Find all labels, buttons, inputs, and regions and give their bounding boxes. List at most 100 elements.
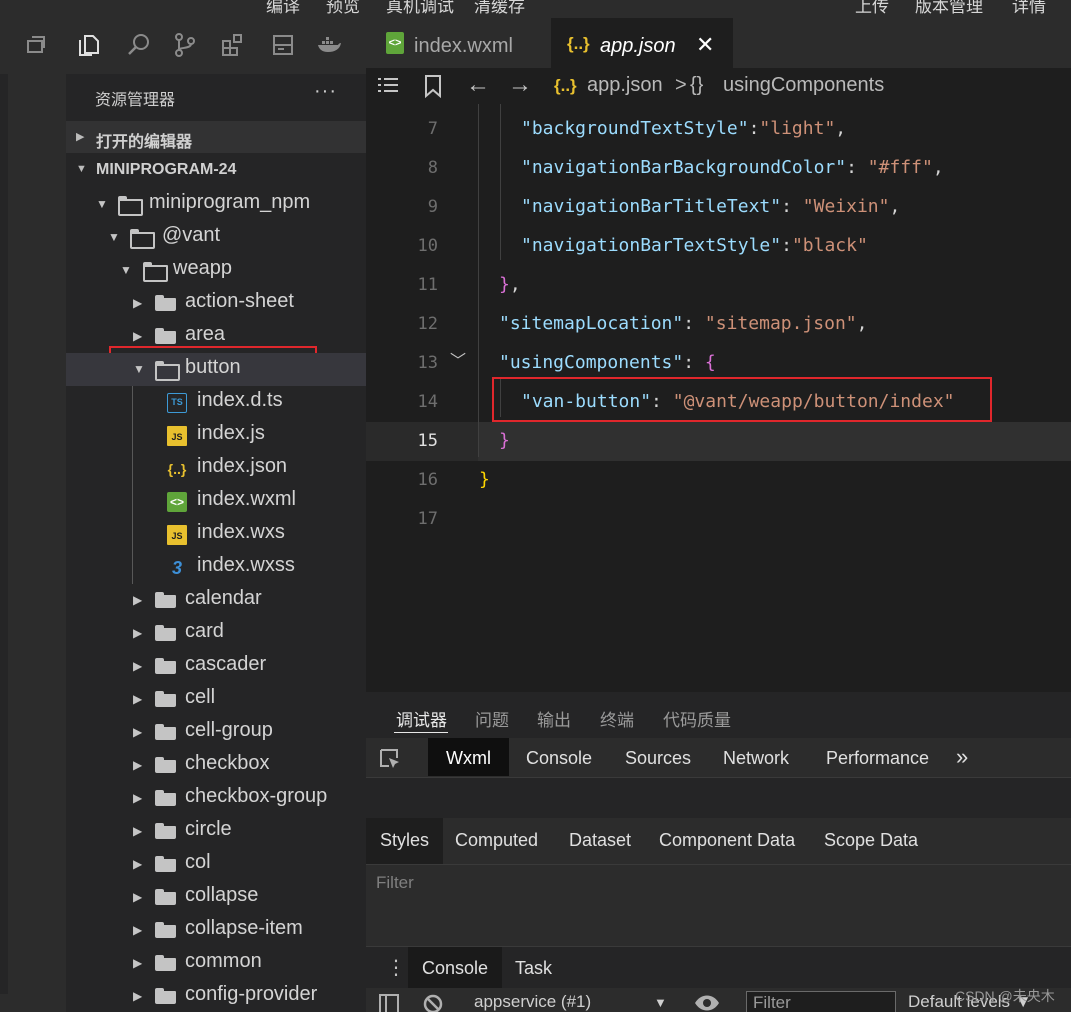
tab-terminal[interactable]: 终端: [600, 706, 634, 731]
drawer-menu-icon[interactable]: ⋮: [386, 955, 406, 980]
source-control-icon[interactable]: [172, 32, 198, 58]
tree-folder[interactable]: ▼ @vant: [66, 221, 366, 254]
chevron-right-icon[interactable]: ▶: [133, 791, 142, 805]
tab-dataset[interactable]: Dataset: [569, 830, 631, 851]
chevron-right-icon[interactable]: ▶: [133, 890, 142, 904]
tree-folder[interactable]: ▶ action-sheet: [66, 287, 366, 320]
chevron-right-icon[interactable]: ▶: [133, 296, 142, 310]
tree-folder[interactable]: ▶ area: [66, 320, 366, 353]
tab-app-json[interactable]: {..} app.json ✕: [551, 18, 733, 68]
chevron-down-icon[interactable]: ▼: [120, 263, 132, 277]
fold-chevron-icon[interactable]: ﹀: [450, 347, 466, 371]
tree-folder[interactable]: ▶ cascader: [66, 650, 366, 683]
breadcrumb-file[interactable]: app.json: [587, 74, 663, 97]
eye-icon[interactable]: [694, 994, 720, 1012]
menu-device-debug[interactable]: 真机调试: [386, 0, 454, 17]
styles-filter-input[interactable]: Filter: [366, 864, 1071, 898]
section-project[interactable]: ▼ MINIPROGRAM-24: [66, 154, 366, 186]
chevron-right-icon[interactable]: ▶: [133, 989, 142, 1003]
chevron-right-icon[interactable]: ▶: [133, 956, 142, 970]
tab-problems[interactable]: 问题: [475, 706, 509, 731]
tab-scope-data[interactable]: Scope Data: [824, 830, 918, 851]
tree-folder[interactable]: ▶ collapse: [66, 881, 366, 914]
chevron-right-icon[interactable]: ▶: [133, 329, 142, 343]
extensions-icon[interactable]: [220, 32, 246, 58]
tab-component-data[interactable]: Component Data: [659, 830, 795, 851]
chevron-right-icon[interactable]: ▶: [133, 626, 142, 640]
folder-icon: [155, 625, 176, 641]
tree-folder[interactable]: ▶ checkbox-group: [66, 782, 366, 815]
tree-folder[interactable]: ▶ cell-group: [66, 716, 366, 749]
chevron-right-icon[interactable]: ▶: [133, 923, 142, 937]
docker-icon[interactable]: [316, 32, 342, 58]
tree-folder[interactable]: ▶ config-provider: [66, 980, 366, 1012]
menu-details[interactable]: 详情: [1012, 0, 1046, 17]
list-icon[interactable]: [376, 75, 400, 97]
tree-folder[interactable]: ▶ common: [66, 947, 366, 980]
menu-clear-cache[interactable]: 清缓存: [474, 0, 525, 17]
tab-computed[interactable]: Computed: [455, 830, 538, 851]
tree-folder[interactable]: ▼ weapp: [66, 254, 366, 287]
chevron-right-icon[interactable]: ▶: [133, 725, 142, 739]
search-icon[interactable]: [126, 32, 152, 58]
folder-icon: [155, 295, 176, 311]
menu-preview[interactable]: 预览: [326, 0, 360, 17]
tab-styles[interactable]: Styles: [366, 818, 444, 864]
breadcrumb-symbol[interactable]: usingComponents: [723, 74, 884, 97]
tab-network[interactable]: Network: [723, 748, 789, 769]
chevron-down-icon[interactable]: ▼: [96, 197, 108, 211]
tab-performance[interactable]: Performance: [826, 748, 929, 769]
tree-file[interactable]: {..} index.json: [66, 452, 366, 485]
tree-file[interactable]: JS index.wxs: [66, 518, 366, 551]
chevron-down-icon[interactable]: ▼: [108, 230, 120, 244]
tree-file[interactable]: 3 index.wxss: [66, 551, 366, 584]
chevron-right-icon[interactable]: ▶: [133, 824, 142, 838]
inspect-icon[interactable]: [378, 747, 402, 771]
tree-folder[interactable]: ▶ col: [66, 848, 366, 881]
tab-debugger[interactable]: 调试器: [396, 706, 447, 731]
tree-folder[interactable]: ▶ calendar: [66, 584, 366, 617]
menu-upload[interactable]: 上传: [855, 0, 889, 17]
tree-folder[interactable]: ▶ card: [66, 617, 366, 650]
sidebar-toggle-icon[interactable]: [378, 993, 400, 1012]
tree-file[interactable]: <> index.wxml: [66, 485, 366, 518]
window-icon[interactable]: [22, 32, 48, 58]
tab-wxml[interactable]: Wxml: [428, 738, 509, 776]
tree-folder[interactable]: ▶ circle: [66, 815, 366, 848]
chevron-right-icon[interactable]: ▶: [133, 857, 142, 871]
tab-sources[interactable]: Sources: [625, 748, 691, 769]
explorer-icon[interactable]: [76, 32, 102, 58]
tree-folder[interactable]: ▶ collapse-item: [66, 914, 366, 947]
tree-folder[interactable]: ▶ checkbox: [66, 749, 366, 782]
chevron-right-icon[interactable]: ▶: [133, 692, 142, 706]
back-arrow-icon[interactable]: ←: [466, 71, 490, 99]
tree-folder[interactable]: ▼ button: [66, 353, 366, 386]
tab-console[interactable]: Console: [526, 748, 592, 769]
chevron-right-icon[interactable]: ▶: [133, 758, 142, 772]
chevron-down-icon[interactable]: ▼: [654, 995, 667, 1010]
more-tabs-icon[interactable]: »: [956, 744, 968, 770]
tree-folder[interactable]: ▼ miniprogram_npm: [66, 188, 366, 221]
tab-drawer-console[interactable]: Console: [408, 947, 503, 989]
chevron-right-icon[interactable]: ▶: [133, 593, 142, 607]
tree-file[interactable]: TS index.d.ts: [66, 386, 366, 419]
more-actions-icon[interactable]: ···: [314, 80, 337, 103]
storage-icon[interactable]: [270, 32, 296, 58]
tree-folder[interactable]: ▶ cell: [66, 683, 366, 716]
chevron-down-icon[interactable]: ▼: [133, 362, 145, 376]
context-select[interactable]: appservice (#1): [474, 992, 591, 1012]
tab-output[interactable]: 输出: [537, 706, 571, 731]
bookmark-icon[interactable]: [424, 74, 442, 98]
clear-console-icon[interactable]: [422, 993, 444, 1012]
close-icon[interactable]: ✕: [696, 32, 714, 58]
tab-code-quality[interactable]: 代码质量: [663, 706, 731, 731]
console-filter-input[interactable]: Filter: [746, 991, 896, 1012]
tree-file[interactable]: JS index.js: [66, 419, 366, 452]
menu-compile[interactable]: 编译: [266, 0, 300, 17]
tab-index-wxml[interactable]: <> index.wxml: [366, 18, 551, 68]
section-open-editors[interactable]: ▶ 打开的编辑器: [66, 121, 366, 153]
forward-arrow-icon[interactable]: →: [508, 71, 532, 99]
menu-version[interactable]: 版本管理: [915, 0, 983, 17]
chevron-right-icon[interactable]: ▶: [133, 659, 142, 673]
tab-task[interactable]: Task: [515, 958, 552, 979]
